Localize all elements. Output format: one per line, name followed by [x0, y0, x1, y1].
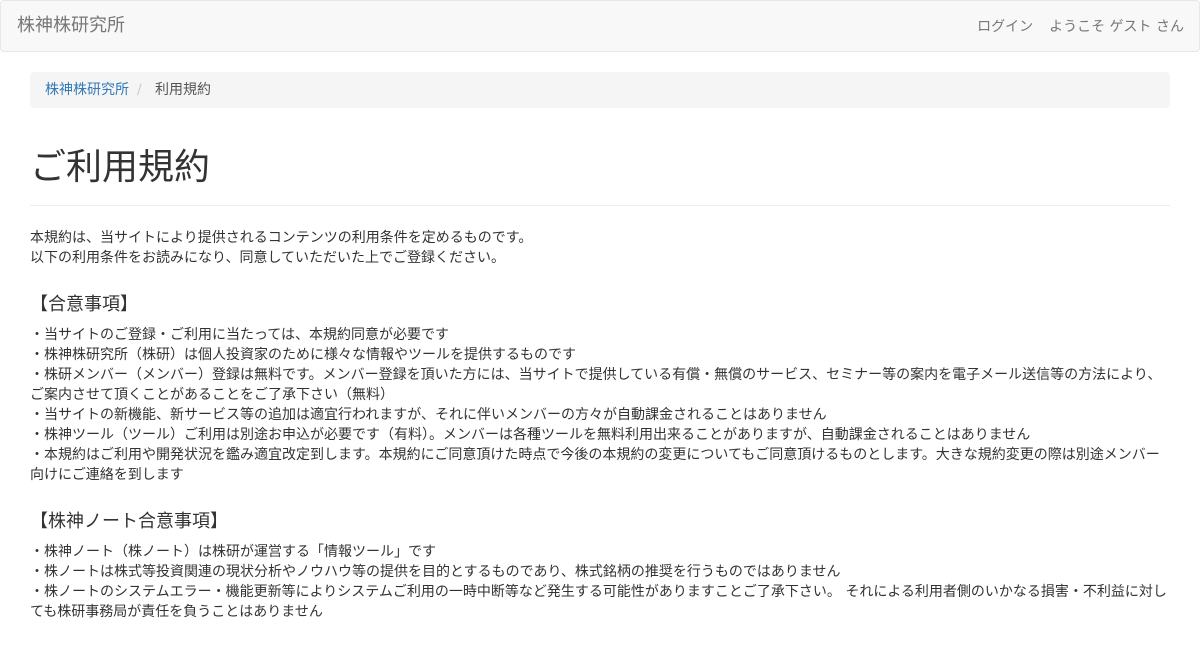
list-item: ・株神ノート（株ノート）は株研が運営する「情報ツール」です: [30, 544, 436, 560]
section-list-agreement: ・当サイトのご登録・ご利用に当たっては、本規約同意が必要です ・株神株研究所（株…: [30, 325, 1170, 485]
list-item: ・株ノートは株式等投資関連の現状分析やノウハウ等の提供を目的とするものであり、株…: [30, 564, 841, 580]
breadcrumb-current: 利用規約: [155, 82, 211, 98]
list-item: ・当サイトのご登録・ご利用に当たっては、本規約同意が必要です: [30, 327, 450, 343]
navbar: 株神株研究所 ログイン ようこそ ゲスト さん: [0, 0, 1200, 52]
intro-line: 以下の利用条件をお読みになり、同意していただいた上でご登録ください。: [30, 250, 506, 266]
list-item: ・株ノートのシステムエラー・機能更新等によりシステムご利用の一時中断等など発生す…: [30, 584, 1167, 620]
intro-block: 本規約は、当サイトにより提供されるコンテンツの利用条件を定めるものです。 以下の…: [30, 228, 1170, 268]
breadcrumb: 株神株研究所 / 利用規約: [30, 72, 1170, 108]
navbar-right: ログイン ようこそ ゲスト さん: [977, 18, 1184, 36]
list-item: ・株神ツール（ツール）ご利用は別途お申込が必要です（有料）。メンバーは各種ツール…: [30, 427, 1031, 443]
list-item: ・株研メンバー（メンバー）登録は無料です。メンバー登録を頂いた方には、当サイトで…: [30, 367, 1162, 403]
list-item: ・株神株研究所（株研）は個人投資家のために様々な情報やツールを提供するものです: [30, 347, 576, 363]
title-divider: [30, 205, 1170, 206]
list-item: ・当サイトの新機能、新サービス等の追加は適宜行われますが、それに伴いメンバーの方…: [30, 407, 827, 423]
section-list-note-agreement: ・株神ノート（株ノート）は株研が運営する「情報ツール」です ・株ノートは株式等投…: [30, 542, 1170, 622]
section-heading-note-agreement: 【株神ノート合意事項】: [30, 511, 228, 532]
intro-line: 本規約は、当サイトにより提供されるコンテンツの利用条件を定めるものです。: [30, 230, 533, 246]
list-item: ・本規約はご利用や開発状況を鑑み適宜改定到します。本規約にご同意頂けた時点で今後…: [30, 447, 1160, 483]
login-link[interactable]: ログイン: [977, 18, 1033, 36]
terms-content: 本規約は、当サイトにより提供されるコンテンツの利用条件を定めるものです。 以下の…: [30, 228, 1170, 647]
breadcrumb-separator: /: [137, 82, 142, 98]
brand-link[interactable]: 株神株研究所: [17, 15, 125, 37]
section-heading-agreement: 【合意事項】: [30, 294, 138, 315]
welcome-guest-link[interactable]: ようこそ ゲスト さん: [1049, 18, 1184, 36]
page-title: ご利用規約: [30, 147, 211, 188]
breadcrumb-home-link[interactable]: 株神株研究所: [45, 72, 129, 108]
